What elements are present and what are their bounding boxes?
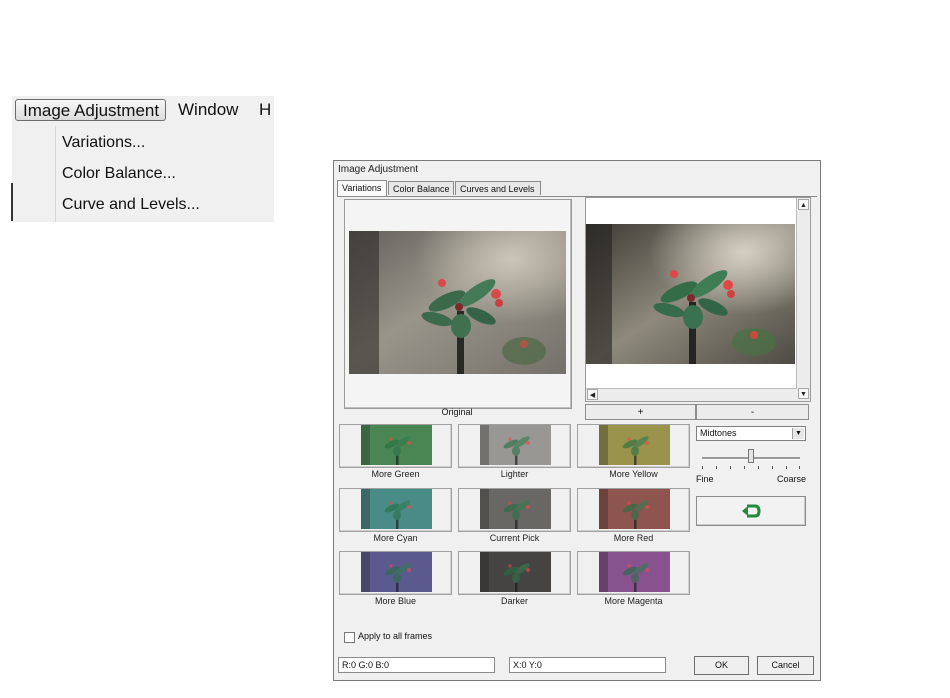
apply-all-checkbox[interactable] [344,632,355,643]
slider-tick [716,466,717,469]
variation-more-magenta-label: More Magenta [604,596,663,606]
preview-pane[interactable]: ▲ ▼ ◀ [585,197,811,402]
zoom-out-button[interactable]: - [696,404,809,420]
dropdown-gutter [55,126,56,222]
variation-more-cyan-button[interactable] [339,488,452,532]
menu-image-adjustment[interactable]: Image Adjustment [15,99,166,121]
variation-thumbnail [361,425,432,465]
slider-tick [744,466,745,469]
tone-range-value: Midtones [700,428,737,438]
variation-thumbnail [480,489,551,529]
coarse-label: Coarse [777,474,807,484]
variation-more-magenta-button[interactable] [577,551,690,595]
dialog-title: Image Adjustment [338,164,419,175]
variation-more-red-label: More Red [613,533,654,543]
ok-button[interactable]: OK [694,656,749,675]
apply-all-label: Apply to all frames [358,631,433,641]
xy-readout: X:0 Y:0 [509,657,666,673]
variation-more-red-button[interactable] [577,488,690,532]
undo-arrow-icon [742,504,761,518]
variation-more-blue-label: More Blue [374,596,417,606]
menu-bar: Image Adjustment Window H [12,96,274,126]
preview-photo [586,224,795,364]
variation-more-blue-button[interactable] [339,551,452,595]
variation-lighter-label: Lighter [500,469,529,479]
cursor-mark [11,183,13,221]
undo-button[interactable] [696,496,806,526]
variation-current-pick-button[interactable] [458,488,571,532]
variation-thumbnail [599,425,670,465]
cancel-button[interactable]: Cancel [757,656,814,675]
slider-tick [730,466,731,469]
variation-thumbnail [599,552,670,592]
slider-tick [772,466,773,469]
variation-thumbnail [480,552,551,592]
menu-help-truncated[interactable]: H [259,99,271,121]
menu-item-curve-and-levels[interactable]: Curve and Levels... [62,193,200,217]
slider-tick [799,466,800,469]
variation-darker-label: Darker [500,596,528,606]
variation-thumbnail [361,489,432,529]
tone-range-select[interactable]: Midtones ▼ [696,426,806,441]
fine-label: Fine [696,474,714,484]
tab-color-balance[interactable]: Color Balance [388,181,454,195]
variation-current-pick-label: Current Pick [489,533,540,543]
preview-horizontal-scrollbar[interactable]: ◀ [586,388,797,401]
variation-more-yellow-button[interactable] [577,424,690,468]
menu-window[interactable]: Window [178,99,238,121]
scroll-down-icon[interactable]: ▼ [798,388,809,399]
scroll-up-icon[interactable]: ▲ [798,199,809,210]
fine-coarse-slider-thumb[interactable] [748,449,754,463]
variation-more-green-button[interactable] [339,424,452,468]
menu-item-color-balance[interactable]: Color Balance... [62,162,176,186]
slider-tick [786,466,787,469]
variation-lighter-button[interactable] [458,424,571,468]
original-label: Original [441,407,473,417]
slider-tick [702,466,703,469]
slider-tick [758,466,759,469]
preview-vertical-scrollbar[interactable]: ▲ ▼ [796,198,810,401]
variation-thumbnail [599,489,670,529]
image-adjustment-dialog: Image Adjustment Variations Color Balanc… [333,160,821,681]
tab-variations[interactable]: Variations [337,180,387,196]
zoom-in-button[interactable]: + [585,404,696,420]
variation-darker-button[interactable] [458,551,571,595]
variation-thumbnail [480,425,551,465]
scroll-left-icon[interactable]: ◀ [587,389,598,400]
image-adjustment-dropdown: Variations... Color Balance... Curve and… [12,126,274,222]
menu-item-variations[interactable]: Variations... [62,131,145,155]
variation-thumbnail [361,552,432,592]
variation-more-cyan-label: More Cyan [373,533,418,543]
rgb-readout: R:0 G:0 B:0 [338,657,495,673]
variation-more-yellow-label: More Yellow [609,469,658,479]
variation-more-green-label: More Green [371,469,420,479]
original-photo [349,231,566,374]
tab-curves-and-levels[interactable]: Curves and Levels [455,181,541,195]
chevron-down-icon[interactable]: ▼ [792,428,804,439]
